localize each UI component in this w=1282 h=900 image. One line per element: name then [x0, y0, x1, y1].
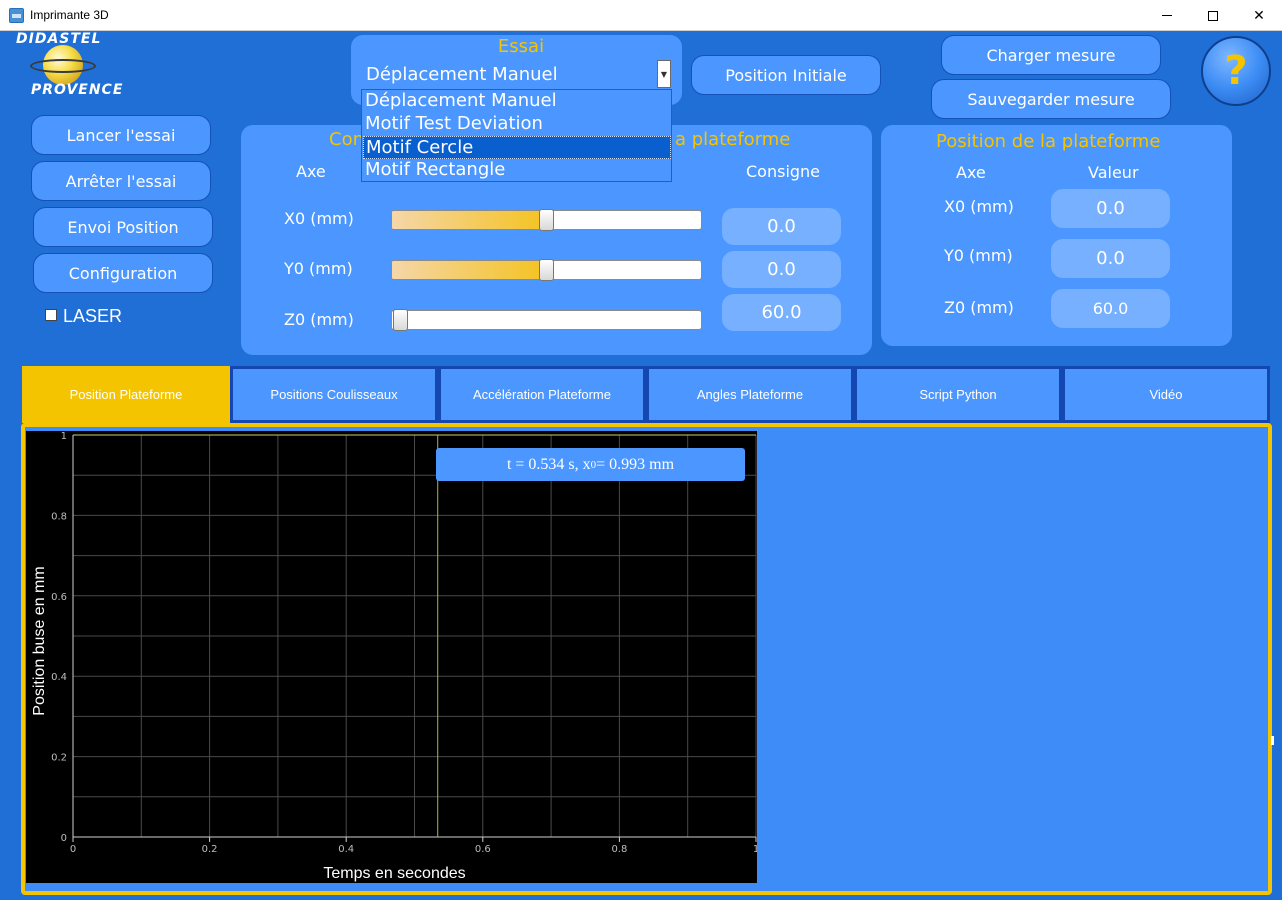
y0-slider-handle[interactable] [539, 259, 554, 281]
position-col-valeur: Valeur [1088, 163, 1139, 182]
essai-option-motif-test-deviation[interactable]: Motif Test Deviation [363, 113, 671, 136]
y-tick-label: 0.2 [51, 753, 67, 764]
consigne-col-consigne: Consigne [746, 162, 821, 181]
chart-tooltip: t = 0.534 s, x0 = 0.993 mm [436, 448, 745, 481]
y0-slider-fill [392, 261, 547, 279]
consigne-col-axe: Axe [296, 162, 326, 181]
dropdown-arrow-icon[interactable]: ▼ [657, 60, 671, 88]
tooltip-suffix: = 0.993 mm [596, 455, 675, 473]
help-button[interactable]: ? [1201, 36, 1271, 106]
y-tick-label: 1 [61, 431, 67, 442]
y0-slider[interactable] [391, 259, 702, 281]
essai-option-deplacement-manuel[interactable]: Déplacement Manuel [363, 90, 671, 113]
close-icon: ✕ [1253, 7, 1265, 24]
position-row-z0-label: Z0 (mm) [944, 298, 1014, 317]
tab-script-python[interactable]: Script Python [854, 366, 1062, 423]
help-icon: ? [1224, 48, 1248, 94]
y-axis-label: Position buse en mm [31, 566, 48, 715]
consigne-row-y0-label: Y0 (mm) [284, 259, 353, 278]
window-title: Imprimante 3D [30, 8, 109, 22]
z0-position-value: 60.0 [1051, 289, 1170, 328]
y0-position-value: 0.0 [1051, 239, 1170, 278]
app-icon [9, 8, 24, 23]
tab-position-plateforme[interactable]: Position Plateforme [22, 366, 230, 423]
close-button[interactable]: ✕ [1236, 0, 1282, 31]
z0-slider-handle[interactable] [393, 309, 408, 331]
didastel-logo: DIDASTEL PROVENCE [14, 31, 124, 103]
y-tick-label: 0.8 [51, 511, 67, 522]
z0-slider[interactable] [391, 309, 702, 331]
maximize-icon [1208, 10, 1218, 21]
x-tick-label: 0.4 [338, 844, 354, 855]
x0-slider-fill [392, 211, 547, 229]
envoi-position-button[interactable]: Envoi Position [33, 207, 213, 247]
logo-bottom-text: PROVENCE [31, 82, 124, 98]
configuration-button[interactable]: Configuration [33, 253, 213, 293]
sauvegarder-mesure-button[interactable]: Sauvegarder mesure [931, 79, 1171, 119]
essai-option-motif-cercle[interactable]: Motif Cercle [363, 136, 671, 159]
position-row-y0-label: Y0 (mm) [944, 246, 1013, 265]
lancer-essai-button[interactable]: Lancer l'essai [31, 115, 211, 155]
tab-angles-plateforme[interactable]: Angles Plateforme [646, 366, 854, 423]
maximize-button[interactable] [1190, 0, 1236, 31]
y-tick-label: 0.6 [51, 592, 67, 603]
scroll-marker [1271, 736, 1274, 745]
x-tick-label: 0.8 [611, 844, 627, 855]
essai-option-motif-rectangle[interactable]: Motif Rectangle [363, 159, 671, 182]
x-axis-label: Temps en secondes [323, 865, 465, 882]
position-row-x0-label: X0 (mm) [944, 197, 1014, 216]
chart-svg: 0 0.2 0.4 0.6 0.8 1 0 0.2 0.4 0.6 0.8 1 Temps en sec… [31, 431, 757, 882]
x0-slider[interactable] [391, 209, 702, 231]
tooltip-prefix: t = 0.534 s, x [506, 455, 591, 473]
x0-consigne-value[interactable]: 0.0 [722, 208, 841, 245]
tab-acceleration-plateforme[interactable]: Accélération Plateforme [438, 366, 646, 423]
laser-checkbox[interactable] [45, 309, 57, 321]
essai-selected-value: Déplacement Manuel [366, 64, 558, 85]
z0-consigne-value[interactable]: 60.0 [722, 294, 841, 331]
consigne-panel-title-right: a plateforme [675, 129, 791, 150]
essai-dropdown-list[interactable]: Déplacement Manuel Motif Test Deviation … [361, 89, 672, 182]
essai-title: Essai [497, 36, 545, 57]
consigne-panel-title-left: Con [329, 129, 364, 150]
consigne-row-z0-label: Z0 (mm) [284, 310, 354, 329]
x-tick-label: 0.6 [475, 844, 491, 855]
x-tick-label: 0.2 [202, 844, 218, 855]
minimize-button[interactable] [1144, 0, 1190, 31]
y0-consigne-value[interactable]: 0.0 [722, 251, 841, 288]
tab-video[interactable]: Vidéo [1062, 366, 1270, 423]
position-chart[interactable]: 0 0.2 0.4 0.6 0.8 1 0 0.2 0.4 0.6 0.8 1 Temps en sec… [26, 431, 757, 883]
position-col-axe: Axe [956, 163, 986, 182]
orbit-ring [30, 59, 96, 73]
arreter-essai-button[interactable]: Arrêter l'essai [31, 161, 211, 201]
essai-select[interactable]: Déplacement Manuel ▼ [363, 60, 672, 90]
x0-position-value: 0.0 [1051, 189, 1170, 228]
x-tick-label: 1 [753, 844, 757, 855]
consigne-row-x0-label: X0 (mm) [284, 209, 354, 228]
title-bar: Imprimante 3D ✕ [0, 0, 1282, 31]
tab-positions-coulisseaux[interactable]: Positions Coulisseaux [230, 366, 438, 423]
y-tick-label: 0 [61, 833, 67, 844]
position-panel-title: Position de la plateforme [936, 131, 1161, 152]
x0-slider-handle[interactable] [539, 209, 554, 231]
x-tick-label: 0 [70, 844, 76, 855]
minimize-icon [1162, 15, 1172, 16]
charger-mesure-button[interactable]: Charger mesure [941, 35, 1161, 75]
y-tick-label: 0.4 [51, 672, 67, 683]
laser-label: LASER [63, 306, 123, 326]
position-initiale-button[interactable]: Position Initiale [691, 55, 881, 95]
